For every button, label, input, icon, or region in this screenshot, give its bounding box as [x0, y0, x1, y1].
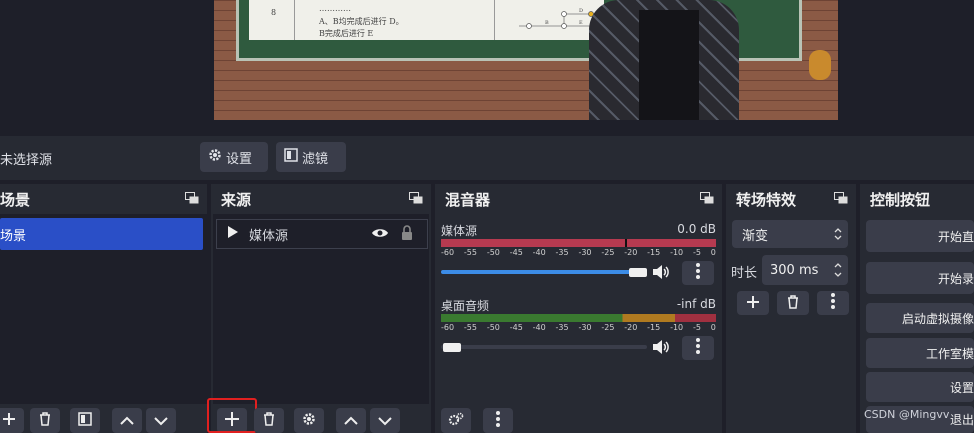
plus-icon: [2, 411, 16, 430]
chevron-updown-icon: [834, 227, 842, 245]
eye-icon[interactable]: [371, 227, 389, 243]
chevron-up-icon: [344, 411, 358, 430]
controls-title: 控制按钮: [870, 190, 931, 209]
remove-transition-button[interactable]: [777, 291, 809, 315]
volume-slider-handle[interactable]: [629, 268, 647, 277]
meter-scale: -60 -55 -50 -45 -40 -35 -30 -25 -20 -15 -10 -5 0: [441, 248, 716, 257]
add-transition-button[interactable]: [737, 291, 769, 315]
svg-text:B: B: [545, 20, 549, 26]
mixer-menu-button[interactable]: [682, 336, 714, 360]
undock-icon[interactable]: [700, 192, 714, 204]
transitions-title: 转场特效: [736, 190, 797, 209]
network-diagram: B D E: [519, 8, 599, 29]
scene-move-up-button[interactable]: [112, 408, 142, 433]
volume-slider-handle[interactable]: [443, 343, 461, 352]
more-icon: [696, 263, 700, 283]
mixer-channel-name: 桌面音频: [441, 299, 490, 313]
gear-icon: [208, 148, 222, 166]
volume-slider[interactable]: [441, 345, 647, 349]
gears-icon: [448, 411, 464, 430]
source-filters-button[interactable]: 滤镜: [276, 142, 346, 172]
chevron-up-icon: [120, 411, 134, 430]
start-streaming-button[interactable]: 开始直: [866, 220, 974, 252]
source-settings-button[interactable]: 设置: [200, 142, 268, 172]
source-move-up-button[interactable]: [336, 408, 366, 433]
scenes-dock: 场景 场景: [0, 184, 207, 433]
highlight-box: [207, 398, 257, 433]
scene-move-down-button[interactable]: [146, 408, 176, 433]
remove-scene-button[interactable]: [30, 408, 60, 433]
chevron-down-icon: [154, 411, 168, 430]
trash-icon: [262, 411, 276, 430]
lock-icon[interactable]: [401, 225, 413, 245]
trash-icon: [786, 294, 800, 313]
studio-mode-button[interactable]: 工作室模: [866, 338, 974, 368]
mixer-menu-button[interactable]: [682, 261, 714, 285]
undock-icon[interactable]: [834, 192, 848, 204]
watermark: CSDN @Mingvv: [864, 408, 950, 421]
source-toolbar: [0, 136, 974, 180]
audio-meter: [441, 314, 716, 322]
mixer-title: 混音器: [445, 190, 491, 209]
trash-icon: [38, 411, 52, 430]
meter-scale: -60 -55 -50 -45 -40 -35 -30 -25 -20 -15 -10 -5 0: [441, 323, 716, 332]
more-icon: [696, 338, 700, 358]
source-move-down-button[interactable]: [370, 408, 400, 433]
scenes-title: 场景: [0, 190, 31, 209]
start-recording-button[interactable]: 开始录: [866, 262, 974, 294]
mixer-dock-menu-button[interactable]: [483, 408, 513, 433]
transition-type-select[interactable]: 渐变: [732, 220, 848, 248]
plus-icon: [746, 294, 760, 313]
mixer-channel-level: -inf dB: [676, 297, 716, 311]
advanced-audio-button[interactable]: [441, 408, 471, 433]
undock-icon[interactable]: [185, 192, 199, 204]
speaker-icon[interactable]: [652, 264, 670, 284]
mixer-channel-name: 媒体源: [441, 224, 478, 238]
svg-text:D: D: [579, 8, 583, 14]
source-item[interactable]: 媒体源: [216, 219, 428, 249]
more-icon: [831, 293, 835, 313]
filter-icon: [284, 148, 298, 166]
chevron-down-icon: [378, 411, 392, 430]
speaker-icon[interactable]: [652, 339, 670, 359]
audio-meter: [441, 239, 716, 247]
duration-spinbox[interactable]: 300 ms: [762, 255, 848, 285]
remove-source-button[interactable]: [254, 408, 284, 433]
scene-filters-button[interactable]: [70, 408, 100, 433]
play-icon: [227, 225, 239, 243]
video-preview: 8 ………… A、B均完成后进行 D。 B完成后进行 E B D E: [214, 0, 838, 120]
scene-item[interactable]: 场景: [0, 218, 203, 250]
start-virtual-camera-button[interactable]: 启动虚拟摄像: [866, 303, 974, 333]
projected-slide: 8 ………… A、B均完成后进行 D。 B完成后进行 E B D E: [249, 0, 604, 40]
volume-slider[interactable]: [441, 270, 647, 274]
duration-label: 时长: [731, 266, 758, 281]
more-icon: [496, 410, 500, 431]
source-properties-button[interactable]: [294, 408, 324, 433]
settings-button[interactable]: 设置: [866, 372, 974, 402]
undock-icon[interactable]: [409, 192, 423, 204]
no-source-label: 未选择源: [0, 153, 53, 168]
chevron-updown-icon: [834, 262, 842, 282]
transition-properties-button[interactable]: [817, 291, 849, 315]
mixer-channel-level: 0.0 dB: [677, 222, 716, 236]
toy-bear: [809, 50, 831, 80]
sources-title: 来源: [221, 190, 252, 209]
gear-icon: [302, 411, 316, 430]
svg-text:E: E: [579, 20, 583, 26]
add-scene-button[interactable]: [0, 408, 24, 433]
filter-icon: [78, 411, 92, 430]
